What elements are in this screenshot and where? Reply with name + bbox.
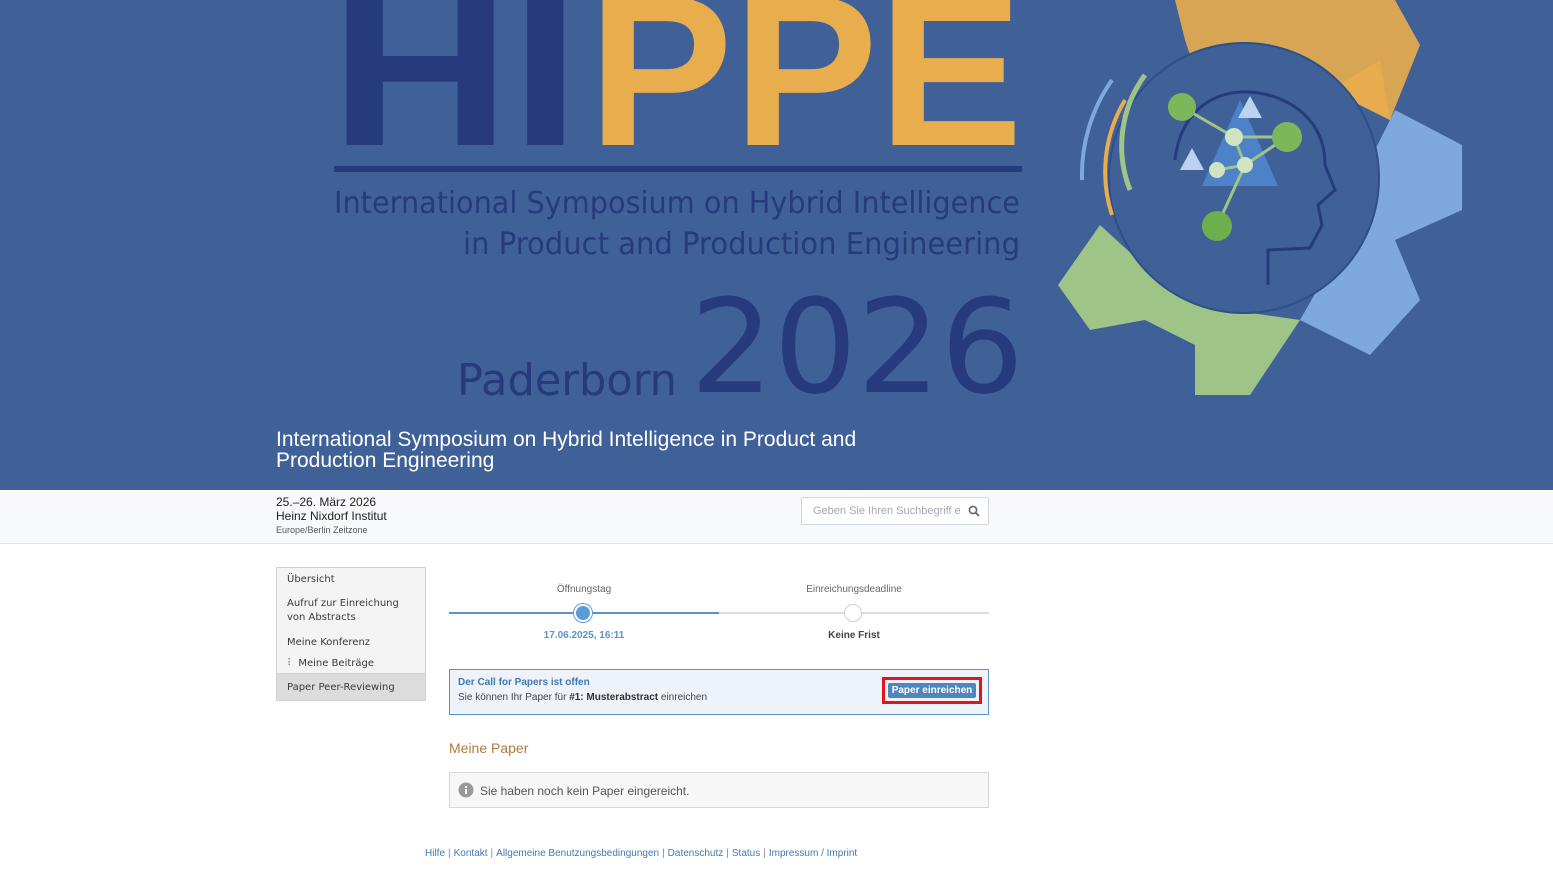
footer-link-terms[interactable]: Allgemeine Benutzungsbedingungen <box>496 848 659 859</box>
search-button[interactable] <box>960 498 988 524</box>
my-papers-heading: Meine Paper <box>449 740 529 756</box>
sidebar-item-label: Meine Beiträge <box>298 658 375 669</box>
timeline-end-label: Einreichungsdeadline <box>806 584 902 595</box>
conference-dates: 25.–26. März 2026 <box>276 495 377 509</box>
call-for-papers-notice: Der Call for Papers ist offen Sie können… <box>449 669 989 715</box>
info-icon <box>458 782 474 798</box>
cfp-text: Sie können Ihr Paper für #1: Musterabstr… <box>458 692 707 703</box>
conference-venue: Heinz Nixdorf Institut <box>276 509 387 523</box>
sidebar-item-my-contributions[interactable]: ⠇ Meine Beiträge <box>287 657 374 671</box>
footer-links: Hilfe | Kontakt | Allgemeine Benutzungsbedin… <box>425 848 858 859</box>
submit-paper-button[interactable]: Paper einreichen <box>888 683 976 698</box>
sidebar-menu: Übersicht Aufruf zur Einreichung von Abs… <box>276 567 426 701</box>
logo-subtitle-line2: in Product and Production Engineering <box>463 227 1020 262</box>
conference-info-bar: 25.–26. März 2026 Heinz Nixdorf Institut… <box>0 490 1553 544</box>
submission-timeline: Öffnungstag Einreichungsdeadline 17.06.2… <box>449 582 989 642</box>
no-papers-message-box: Sie haben noch kein Paper eingereicht. <box>449 772 989 808</box>
footer-link-help[interactable]: Hilfe <box>425 848 445 859</box>
footer-link-contact[interactable]: Kontakt <box>454 848 488 859</box>
tree-branch-icon: ⠇ <box>287 658 295 669</box>
logo-year: 2026 <box>690 271 1024 423</box>
sidebar-item-paper-peer-reviewing[interactable]: Paper Peer-Reviewing <box>277 673 425 700</box>
conference-banner: HI PPE International Symposium on Hybrid… <box>0 0 1553 490</box>
timeline-start-marker <box>574 604 592 622</box>
footer-link-privacy[interactable]: Datenschutz <box>668 848 724 859</box>
sidebar-item-my-conference[interactable]: Meine Konferenz <box>287 636 370 650</box>
banner-artwork: HI PPE International Symposium on Hybrid… <box>330 0 1462 423</box>
sidebar-item-label: Paper Peer-Reviewing <box>287 682 395 693</box>
cfp-text-prefix: Sie können Ihr Paper für <box>458 692 570 703</box>
timeline-start-value: 17.06.2025, 16:11 <box>543 630 625 641</box>
logo-divider <box>334 166 1022 172</box>
search-icon <box>968 505 980 517</box>
highlight-frame: Paper einreichen <box>882 677 982 704</box>
sidebar-item-overview[interactable]: Übersicht <box>287 573 335 587</box>
timeline-start-label: Öffnungstag <box>556 584 612 595</box>
logo-city: Paderborn <box>457 355 677 406</box>
timeline-end-value: Keine Frist <box>828 630 880 641</box>
gear-brain-icon <box>1058 0 1462 395</box>
cfp-heading: Der Call for Papers ist offen <box>458 677 590 688</box>
footer-link-status[interactable]: Status <box>732 848 760 859</box>
logo-subtitle-line1: International Symposium on Hybrid Intell… <box>334 186 1020 221</box>
cfp-abstract-name: #1: Musterabstract <box>569 692 659 703</box>
footer-link-imprint[interactable]: Impressum / Imprint <box>769 848 857 859</box>
cfp-text-suffix: einreichen <box>658 692 708 703</box>
sidebar-item-call-for-abstracts[interactable]: Aufruf zur Einreichung von Abstracts <box>287 597 417 625</box>
no-papers-message: Sie haben noch kein Paper eingereicht. <box>480 784 690 798</box>
conference-title: International Symposium on Hybrid Intell… <box>276 428 857 472</box>
logo-text-hi: HI <box>330 0 580 191</box>
logo-text-ppe: PPE <box>588 0 1023 191</box>
search-input[interactable] <box>802 498 960 524</box>
timeline-end-marker <box>844 604 862 622</box>
search-box <box>801 497 989 525</box>
conference-timezone: Europe/Berlin Zeitzone <box>276 525 368 535</box>
